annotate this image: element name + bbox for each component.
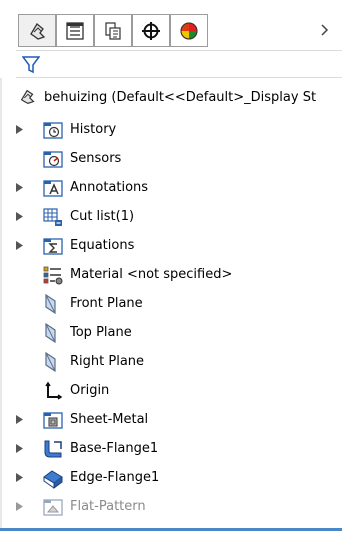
tree-item-label: Sensors bbox=[70, 151, 122, 166]
expand-arrow-icon[interactable] bbox=[16, 500, 30, 514]
tree-item-label: Origin bbox=[70, 383, 110, 398]
origin-icon bbox=[45, 381, 63, 400]
tree-item-label: Edge-Flange1 bbox=[70, 470, 160, 485]
tree-item-label: Equations bbox=[70, 238, 135, 253]
expand-spacer bbox=[16, 297, 30, 311]
tree-item-right-plane[interactable]: Right Plane bbox=[16, 347, 342, 376]
tree-item-edge-flange1[interactable]: Edge-Flange1 bbox=[16, 463, 342, 492]
bottom-accent-bar bbox=[0, 528, 342, 531]
tree-item-history[interactable]: History bbox=[16, 115, 342, 144]
tree-item-label: Annotations bbox=[70, 180, 149, 195]
edge-flange-icon bbox=[43, 469, 63, 489]
sheet-metal-icon bbox=[43, 411, 63, 429]
funnel-icon[interactable] bbox=[22, 55, 40, 75]
annotations-folder-icon bbox=[43, 179, 63, 197]
propertymanager-tab[interactable] bbox=[56, 14, 94, 47]
tree-item-sheet-metal[interactable]: Sheet-Metal bbox=[16, 405, 342, 434]
crosshair-icon bbox=[142, 21, 160, 40]
expand-arrow-icon[interactable] bbox=[16, 181, 30, 195]
configuration-icon bbox=[105, 21, 121, 40]
tree-item-top-plane[interactable]: Top Plane bbox=[16, 318, 342, 347]
sensors-folder-icon bbox=[43, 150, 63, 168]
tree-item-label: Right Plane bbox=[70, 354, 145, 369]
tree-item-equations[interactable]: Equations bbox=[16, 231, 342, 260]
expand-spacer bbox=[16, 268, 30, 282]
material-icon bbox=[43, 266, 63, 284]
manager-tab-bar bbox=[0, 0, 342, 50]
expand-arrow-icon[interactable] bbox=[16, 239, 30, 253]
equations-folder-icon bbox=[43, 237, 63, 255]
tree-item-sensors[interactable]: Sensors bbox=[16, 144, 342, 173]
expand-spacer bbox=[16, 152, 30, 166]
featuremanager-tab[interactable] bbox=[18, 14, 56, 47]
tree-filter-bar[interactable] bbox=[16, 50, 342, 78]
tree-item-origin[interactable]: Origin bbox=[16, 376, 342, 405]
tree-item-label: Sheet-Metal bbox=[70, 412, 149, 427]
tree-item-label: Material <not specified> bbox=[70, 267, 233, 282]
expand-arrow-icon[interactable] bbox=[16, 210, 30, 224]
expand-arrow-icon[interactable] bbox=[16, 442, 30, 456]
dimxpertmanager-tab[interactable] bbox=[132, 14, 170, 47]
expand-spacer bbox=[16, 384, 30, 398]
expand-spacer bbox=[16, 326, 30, 340]
color-pie-icon bbox=[180, 22, 198, 39]
tree-item-label: Flat-Pattern bbox=[70, 499, 146, 514]
configurationmanager-tab[interactable] bbox=[94, 14, 132, 47]
tree-item-label: Cut list(1) bbox=[70, 209, 135, 224]
expand-arrow-icon[interactable] bbox=[16, 123, 30, 137]
tree-item-base-flange1[interactable]: Base-Flange1 bbox=[16, 434, 342, 463]
tree-left-edge bbox=[0, 78, 2, 528]
cut-list-icon bbox=[43, 207, 62, 226]
tree-item-annotations[interactable]: Annotations bbox=[16, 173, 342, 202]
flat-pattern-icon bbox=[43, 498, 63, 516]
part-icon bbox=[20, 89, 35, 105]
plane-icon bbox=[45, 322, 56, 343]
tree-item-flat-pattern[interactable]: Flat-Pattern bbox=[16, 492, 342, 521]
tree-item-label: History bbox=[70, 122, 117, 137]
tree-item-cut-list[interactable]: Cut list(1) bbox=[16, 202, 342, 231]
tree-item-material[interactable]: Material <not specified> bbox=[16, 260, 342, 289]
tree-item-label: Base-Flange1 bbox=[70, 441, 159, 456]
history-folder-icon bbox=[43, 121, 63, 139]
tree-root-part[interactable]: behuizing (Default<<Default>_Display St bbox=[18, 83, 342, 111]
displaymanager-tab[interactable] bbox=[170, 14, 208, 47]
plane-icon bbox=[45, 351, 56, 372]
expand-arrow-icon[interactable] bbox=[16, 413, 30, 427]
base-flange-icon bbox=[44, 440, 62, 457]
expand-arrow-icon[interactable] bbox=[16, 471, 30, 485]
feature-tree-icon bbox=[30, 22, 46, 40]
tree-item-front-plane[interactable]: Front Plane bbox=[16, 289, 342, 318]
expand-spacer bbox=[16, 355, 30, 369]
tree-item-label: Front Plane bbox=[70, 296, 143, 311]
property-list-icon bbox=[66, 21, 84, 40]
plane-icon bbox=[45, 293, 56, 314]
tree-root-label: behuizing (Default<<Default>_Display St bbox=[44, 89, 317, 105]
chevron-right-icon[interactable] bbox=[318, 20, 332, 40]
tree-item-label: Top Plane bbox=[70, 325, 132, 340]
